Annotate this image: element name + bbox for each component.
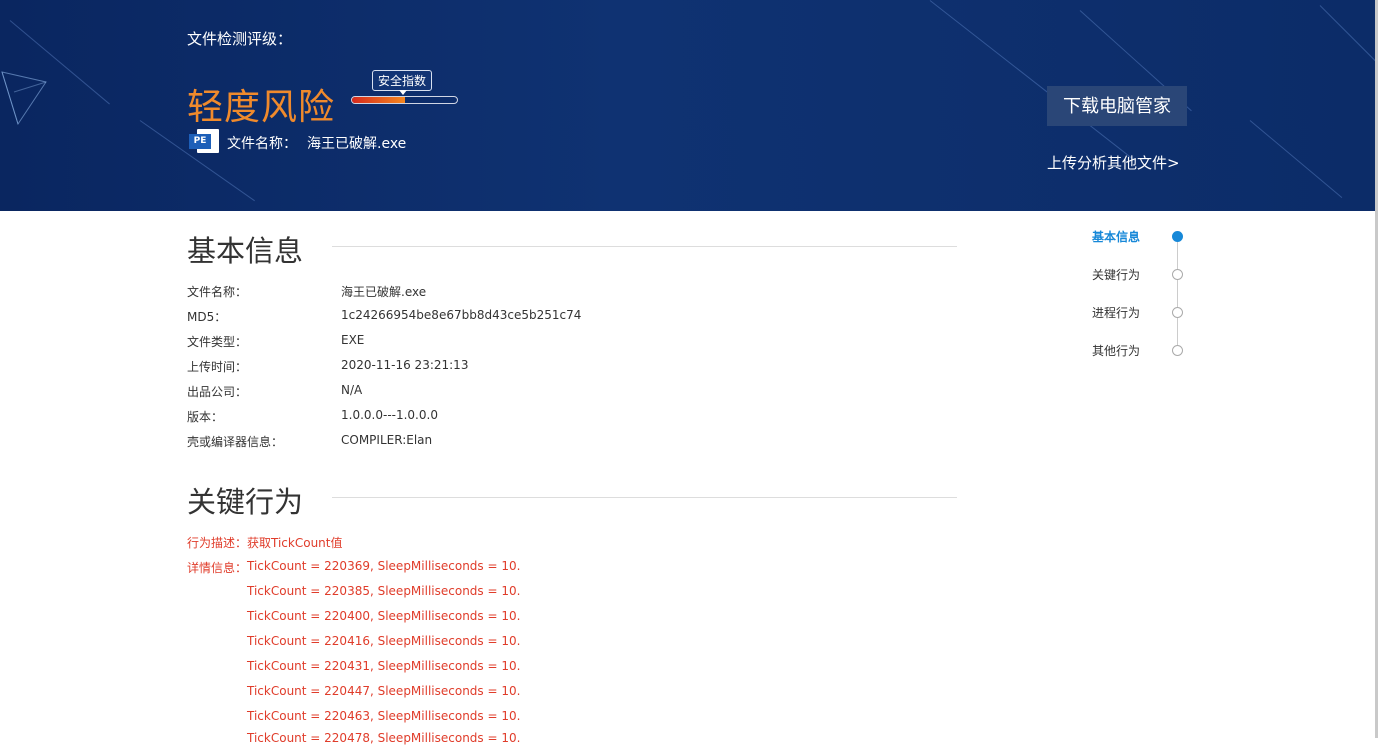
info-key: 文件名称： [187, 285, 248, 299]
section-divider [332, 497, 957, 498]
rating-label: 文件检测评级： [187, 30, 293, 48]
side-nav-dot-icon [1172, 231, 1183, 242]
behavior-detail-value: TickCount = 220400, SleepMilliseconds = … [247, 609, 521, 623]
download-manager-button[interactable]: 下载电脑管家 [1047, 86, 1187, 126]
behavior-detail-value: TickCount = 220385, SleepMilliseconds = … [247, 584, 521, 598]
info-value: N/A [341, 383, 363, 397]
side-nav-item-other-behavior[interactable]: 其他行为 [1090, 340, 1190, 360]
info-key: 出品公司： [187, 385, 248, 399]
safety-index-tooltip: 安全指数 [372, 70, 433, 95]
side-nav-label: 关键行为 [1092, 268, 1141, 282]
behavior-detail-value: TickCount = 220431, SleepMilliseconds = … [247, 659, 521, 673]
info-value: 1.0.0.0---1.0.0.0 [341, 408, 438, 422]
info-value: 1c24266954be8e67bb8d43ce5b251c74 [341, 308, 582, 322]
behavior-detail-value: TickCount = 220369, SleepMilliseconds = … [247, 559, 521, 573]
info-key: 壳或编译器信息： [187, 435, 284, 449]
info-value: 2020-11-16 23:21:13 [341, 358, 469, 372]
side-nav-item-process-behavior[interactable]: 进程行为 [1090, 302, 1190, 322]
side-nav-dot-icon [1172, 345, 1183, 356]
behavior-detail-label: 详情信息： [187, 561, 248, 575]
pe-file-icon: PE [189, 129, 219, 153]
section-title-basic-info: 基本信息 [187, 234, 304, 268]
side-nav-item-basic-info[interactable]: 基本信息 [1090, 226, 1190, 246]
side-nav-item-key-behavior[interactable]: 关键行为 [1090, 264, 1190, 284]
info-value: COMPILER:Elan [341, 433, 433, 447]
info-key: 文件类型： [187, 335, 248, 349]
filename-row: 文件名称： 海王已破解.exe [227, 133, 406, 153]
section-divider [332, 246, 957, 247]
side-nav-label: 基本信息 [1092, 230, 1141, 244]
header-banner: 文件检测评级： 轻度风险 安全指数 PE 文件名称： 海王已破解.exe 下载电脑… [0, 0, 1375, 211]
side-nav-label: 其他行为 [1092, 344, 1141, 358]
section-title-key-behavior: 关键行为 [187, 485, 304, 519]
side-nav-dot-icon [1172, 307, 1183, 318]
banner-decoration [1319, 5, 1375, 63]
banner-decoration [929, 0, 1136, 161]
behavior-detail-value: TickCount = 220463, SleepMilliseconds = … [247, 709, 521, 723]
info-key: MD5： [187, 310, 227, 324]
side-nav-track [1177, 236, 1178, 350]
side-nav: 基本信息 关键行为 进程行为 其他行为 [1090, 226, 1190, 366]
behavior-desc-label: 行为描述： [187, 536, 248, 550]
behavior-desc-value: 获取TickCount值 [247, 536, 343, 550]
info-value: EXE [341, 333, 365, 347]
behavior-detail-value: TickCount = 220447, SleepMilliseconds = … [247, 684, 521, 698]
side-nav-label: 进程行为 [1092, 306, 1141, 320]
safety-index-gauge [351, 96, 458, 104]
triangle-decoration-icon [1, 71, 47, 126]
behavior-detail-value: TickCount = 220478, SleepMilliseconds = … [247, 731, 521, 745]
banner-decoration [1249, 120, 1343, 199]
info-key: 版本： [187, 410, 224, 424]
risk-level: 轻度风险 [187, 87, 336, 128]
filename-label: 文件名称： [227, 136, 297, 152]
info-value: 海王已破解.exe [341, 285, 427, 299]
side-nav-dot-icon [1172, 269, 1183, 280]
info-key: 上传时间： [187, 360, 248, 374]
behavior-detail-value: TickCount = 220416, SleepMilliseconds = … [247, 634, 521, 648]
filename-value: 海王已破解.exe [307, 136, 407, 152]
safety-index-gauge-fill [352, 97, 405, 103]
upload-other-file-link[interactable]: 上传分析其他文件> [1047, 152, 1180, 173]
